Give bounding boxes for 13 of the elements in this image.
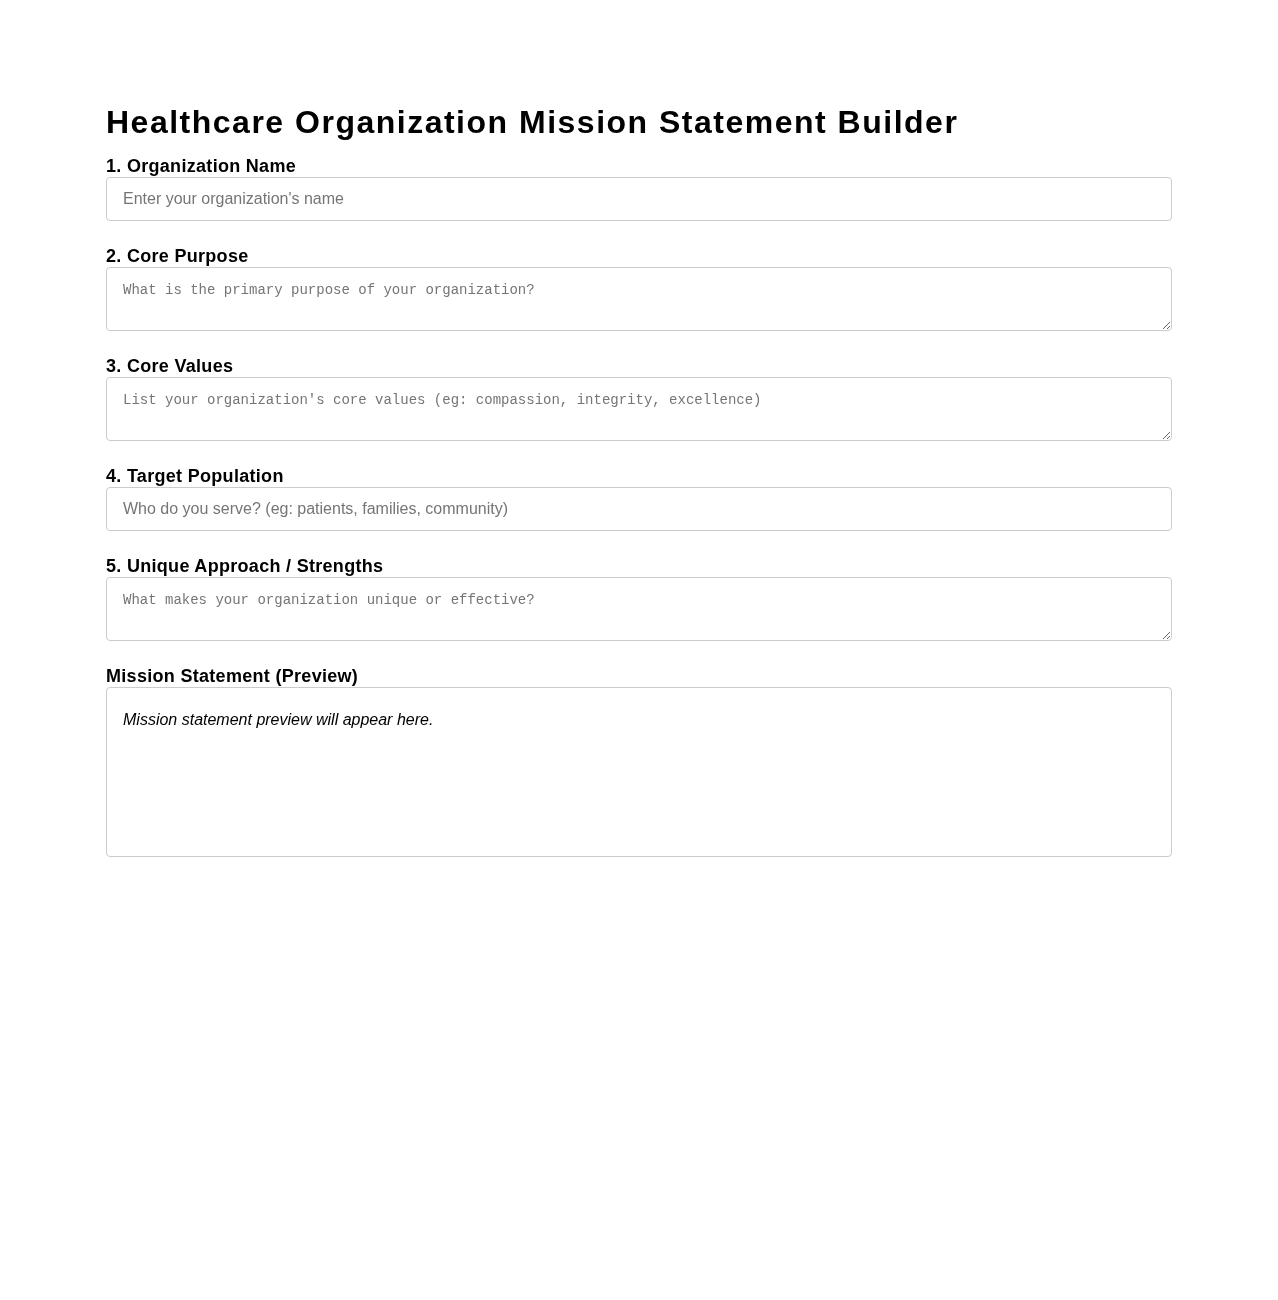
input-field[interactable]: Enter your organization's name: [106, 177, 1172, 221]
field-label: 5. Unique Approach / Strengths: [106, 555, 385, 577]
text-area[interactable]: What is the primary purpose of your organization?: [106, 267, 1172, 331]
field-label: 3. Core Values: [106, 355, 235, 377]
field-label: Mission Statement (Preview): [106, 665, 360, 687]
field-label: 2. Core Purpose: [106, 245, 250, 267]
text-area[interactable]: List your organization's core values (eg: compassion, integrity, excellence): [106, 377, 1172, 441]
text-area[interactable]: What makes your organization unique or effective?: [106, 577, 1172, 641]
field-label: 4. Target Population: [106, 465, 285, 487]
page-title: Healthcare Organization Mission Statement Builder: [106, 103, 960, 142]
input-field[interactable]: Who do you serve? (eg: patients, families, community): [106, 487, 1172, 531]
field-label: 1. Organization Name: [106, 155, 298, 177]
preview-text: Mission statement preview will appear here.: [123, 710, 435, 730]
